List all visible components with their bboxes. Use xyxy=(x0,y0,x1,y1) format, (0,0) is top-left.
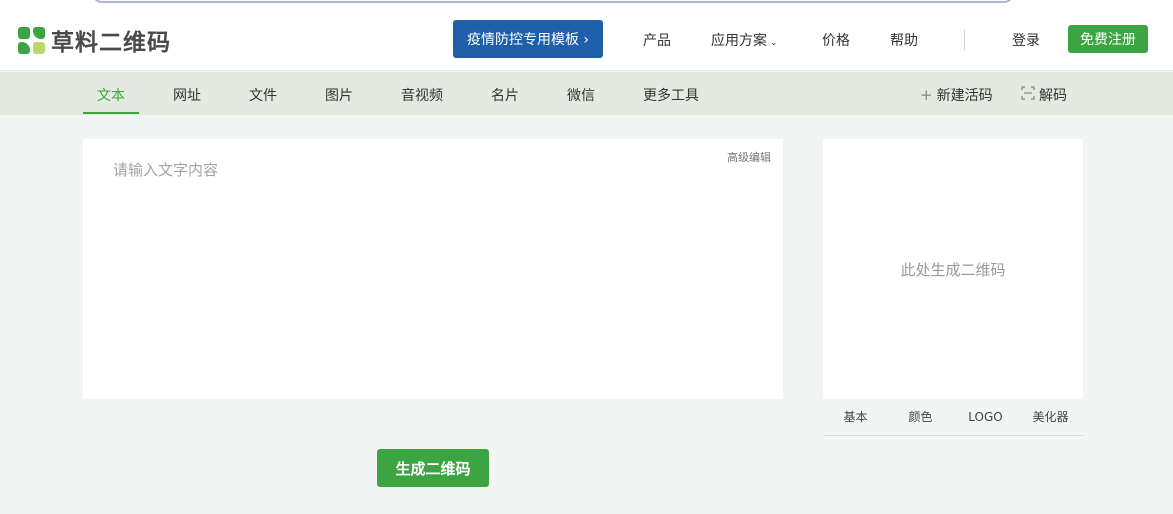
type-tabs: 文本 网址 文件 图片 音视频 名片 微信 更多工具 + 新建活码 解码 xyxy=(0,72,1173,115)
new-active-code-label: 新建活码 xyxy=(936,88,993,104)
nav-pricing[interactable]: 价格 xyxy=(822,30,850,50)
qr-preview: 此处生成二维码 xyxy=(823,139,1083,399)
tab-file[interactable]: 文件 xyxy=(249,85,277,105)
tab-text[interactable]: 文本 xyxy=(97,85,125,105)
nav-products[interactable]: 产品 xyxy=(643,30,671,50)
qr-tab-beautifier[interactable]: 美化器 xyxy=(1018,399,1083,435)
tab-more-tools[interactable]: 更多工具 xyxy=(643,85,699,105)
nav-solutions[interactable]: 应用方案 ⌄ xyxy=(711,30,778,50)
qr-placeholder-text: 此处生成二维码 xyxy=(900,260,1006,279)
scan-icon xyxy=(1021,86,1035,104)
new-active-code-button[interactable]: + 新建活码 xyxy=(920,85,993,105)
active-tab-indicator xyxy=(83,112,139,114)
logo[interactable]: 草料二维码 xyxy=(18,23,171,57)
tab-url[interactable]: 网址 xyxy=(173,85,201,105)
decode-button[interactable]: 解码 xyxy=(1021,85,1067,105)
decode-label: 解码 xyxy=(1039,88,1067,104)
signup-button[interactable]: 免费注册 xyxy=(1068,25,1148,53)
tab-image[interactable]: 图片 xyxy=(325,85,353,105)
chevron-down-icon: ⌄ xyxy=(770,38,778,48)
qr-style-tabs: 基本 颜色 LOGO 美化器 xyxy=(823,399,1083,436)
tab-business-card[interactable]: 名片 xyxy=(491,85,519,105)
qr-tab-basic[interactable]: 基本 xyxy=(823,399,888,435)
qr-tab-logo[interactable]: LOGO xyxy=(953,399,1018,435)
qr-tab-color[interactable]: 颜色 xyxy=(888,399,953,435)
logo-icon xyxy=(18,26,45,54)
site-header: 草料二维码 疫情防控专用模板 › 产品 应用方案 ⌄ 价格 帮助 登录 免费注册 xyxy=(0,6,1173,71)
plus-icon: + xyxy=(920,86,933,104)
text-editor: 高级编辑 xyxy=(83,139,783,399)
nav-solutions-label: 应用方案 xyxy=(711,33,767,49)
login-link[interactable]: 登录 xyxy=(1012,30,1040,50)
logo-text: 草料二维码 xyxy=(51,30,171,56)
nav-divider xyxy=(964,30,965,50)
tab-wechat[interactable]: 微信 xyxy=(567,85,595,105)
advanced-edit-link[interactable]: 高级编辑 xyxy=(727,149,771,165)
tab-audio-video[interactable]: 音视频 xyxy=(401,85,443,105)
nav-help[interactable]: 帮助 xyxy=(890,30,918,50)
epidemic-template-button[interactable]: 疫情防控专用模板 › xyxy=(453,20,603,58)
generate-qr-button[interactable]: 生成二维码 xyxy=(377,449,489,487)
text-content-input[interactable] xyxy=(83,139,783,399)
